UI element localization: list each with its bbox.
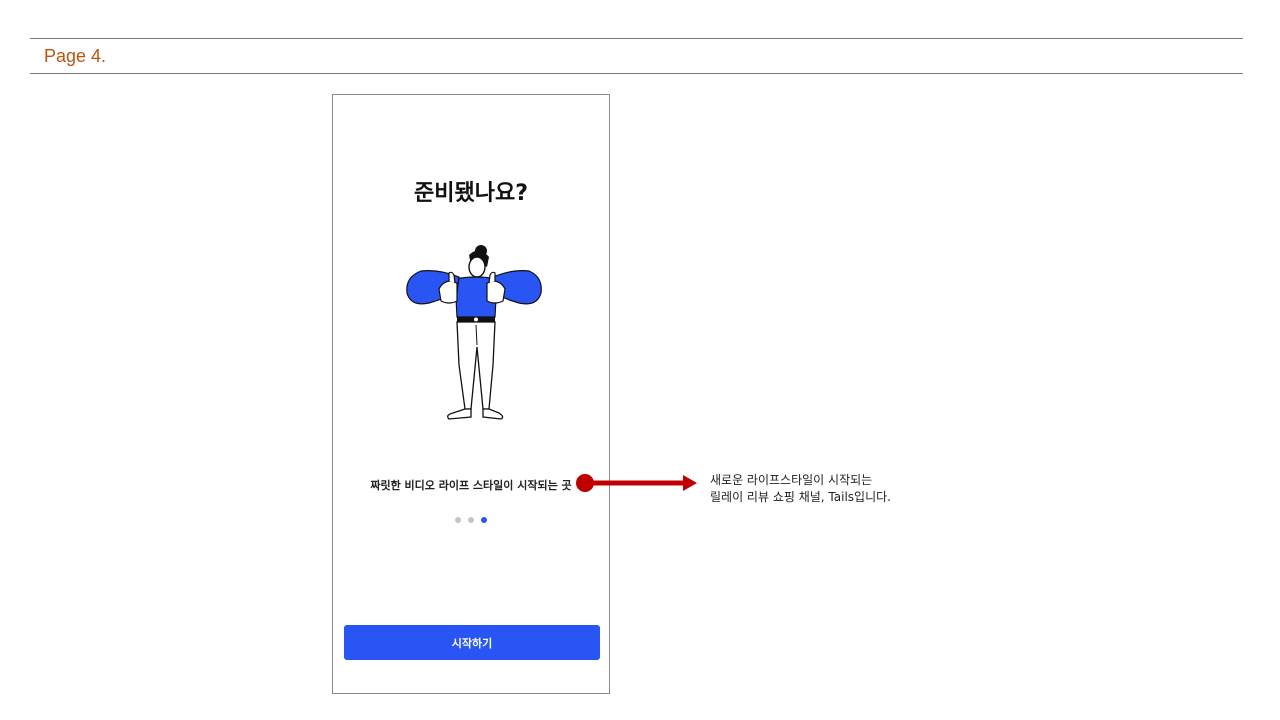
header-bottom-rule [30,73,1243,74]
pagination-dot[interactable] [455,517,461,523]
screen-title: 준비됐나요? [414,181,528,206]
pagination-dot[interactable] [468,517,474,523]
phone-screen: 준비됐나요? 짜릿한 비디오 라이프 스타일이 시작되는 곳 시작하기 [332,94,610,694]
callout-arrow [576,474,697,492]
page-label: Page 4. [44,46,107,66]
annotation-line-2: 릴레이 리뷰 쇼핑 채널, Tails입니다. [710,490,891,504]
pagination-dots [455,517,495,525]
annotation-line-1: 새로운 라이프스타일이 시작되는 [710,473,873,487]
annotation-note: 새로운 라이프스타일이 시작되는 릴레이 리뷰 쇼핑 채널, Tails입니다. [710,472,1010,506]
pagination-dot-active[interactable] [481,517,487,523]
header-top-rule [30,38,1243,39]
woman-thumbs-up-illustration [406,245,542,420]
start-button[interactable]: 시작하기 [344,625,600,660]
tagline-text: 짜릿한 비디오 라이프 스타일이 시작되는 곳 [370,479,572,492]
